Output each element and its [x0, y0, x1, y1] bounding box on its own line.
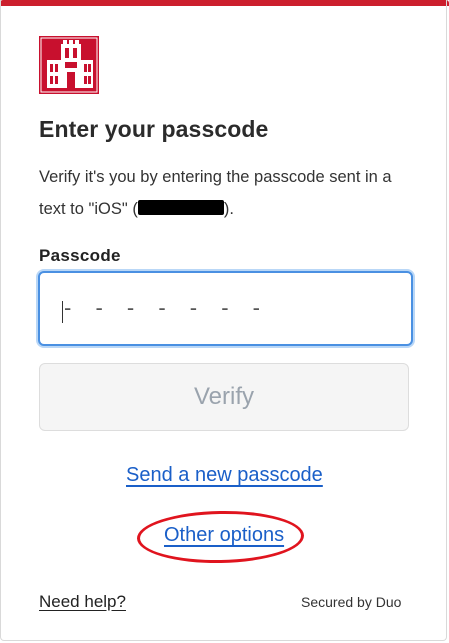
passcode-placeholder: - - - - - - -	[64, 295, 269, 320]
verify-button[interactable]: Verify	[39, 363, 409, 431]
send-new-passcode-link[interactable]: Send a new passcode	[126, 464, 323, 487]
redacted-phone-number	[137, 200, 224, 215]
page-title: Enter your passcode	[39, 116, 269, 142]
passcode-input[interactable]: - - - - - - -	[38, 271, 413, 346]
passcode-label: Passcode	[39, 246, 121, 265]
need-help-link[interactable]: Need help?	[39, 592, 126, 612]
university-tower-logo-icon	[39, 36, 99, 94]
instruction-text: Verify it's you by entering the passcode…	[39, 161, 414, 225]
text-caret	[62, 301, 63, 323]
instruction-suffix: ).	[223, 200, 234, 218]
secured-by-duo-text: Secured by Duo	[301, 594, 402, 610]
